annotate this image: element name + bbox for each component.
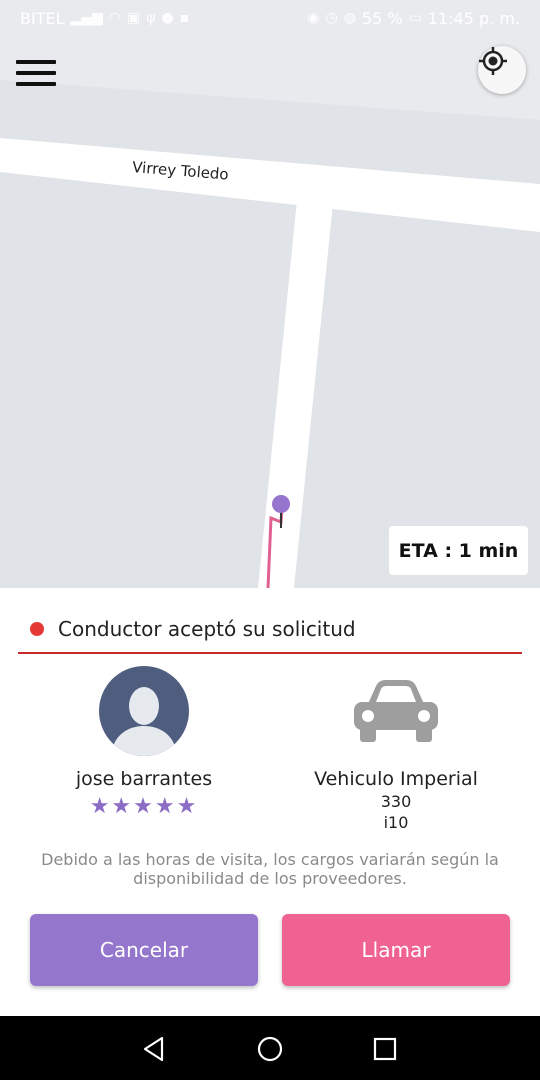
- home-button[interactable]: [255, 1034, 285, 1064]
- map-view[interactable]: Virrey Toledo ETA : 1 min: [0, 0, 540, 588]
- car-icon: [346, 666, 446, 756]
- request-status: Conductor aceptó su solicitud: [18, 606, 522, 654]
- map-canvas: [0, 0, 540, 588]
- carrier-label: BITEL: [20, 8, 65, 28]
- clock: 11:45 p. m.: [427, 8, 520, 28]
- vehicle-model: i10: [383, 813, 409, 832]
- wifi-icon: ◠: [108, 10, 122, 26]
- signal-icon: ▂▄▆: [70, 10, 103, 26]
- gps-icon: ◍: [343, 10, 356, 26]
- usb-icon: ψ: [146, 10, 156, 26]
- driver-name: jose barrantes: [75, 768, 213, 790]
- driver-info: jose barrantes ★★★★★: [44, 666, 244, 819]
- battery-icon: ▭: [408, 10, 422, 26]
- driver-avatar: [99, 666, 189, 756]
- home-circle-icon: [257, 1036, 283, 1062]
- recents-button[interactable]: [370, 1034, 400, 1064]
- status-text: Conductor aceptó su solicitud: [58, 617, 356, 641]
- pricing-notice: Debido a las horas de visita, los cargos…: [41, 850, 499, 888]
- vehicle-info: Vehiculo Imperial 330 i10: [296, 666, 496, 832]
- status-dot-icon: [30, 622, 44, 636]
- my-location-button[interactable]: [478, 46, 526, 94]
- back-button[interactable]: [140, 1034, 170, 1064]
- status-bar: BITEL ▂▄▆ ◠ ▣ ψ ● ▪ ◉ ◷ ◍ 55 % ▭ 11:45 p…: [0, 0, 540, 36]
- my-location-icon: [479, 47, 507, 75]
- cancel-button[interactable]: Cancelar: [30, 914, 258, 986]
- app-icon: ▪: [179, 10, 190, 26]
- eta-badge: ETA : 1 min: [389, 526, 528, 575]
- battery-percent: 55 %: [361, 8, 403, 28]
- driver-marker: [272, 495, 290, 513]
- trip-panel: Conductor aceptó su solicitud jose barra…: [0, 588, 540, 1016]
- eye-icon: ◉: [307, 10, 320, 26]
- vehicle-name: Vehiculo Imperial: [314, 768, 478, 790]
- driver-rating-stars: ★★★★★: [89, 794, 199, 819]
- location-icon: ●: [161, 10, 174, 26]
- call-button[interactable]: Llamar: [282, 914, 510, 986]
- alarm-icon: ◷: [325, 10, 338, 26]
- back-triangle-icon: [143, 1036, 164, 1062]
- recents-square-icon: [373, 1037, 397, 1061]
- menu-button[interactable]: [16, 58, 58, 90]
- person-icon: [111, 687, 177, 756]
- notification-icon: ▣: [127, 10, 141, 26]
- system-nav-bar: [0, 1016, 540, 1080]
- vehicle-number: 330: [380, 792, 412, 811]
